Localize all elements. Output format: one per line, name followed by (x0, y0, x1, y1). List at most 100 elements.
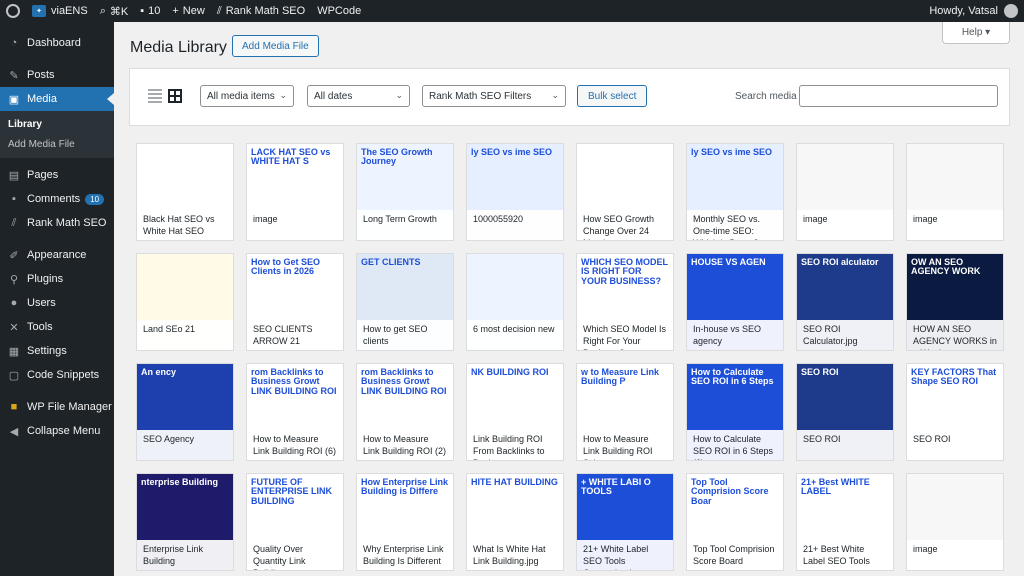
collapse-icon: ◀ (9, 425, 19, 438)
sidebar-item-label: Media (27, 93, 57, 105)
media-caption: How to Measure Link Building ROI Science (577, 430, 673, 460)
media-attachment[interactable]: LACK HAT SEO vs WHITE HAT S image (246, 143, 344, 241)
media-caption: What Is White Hat Link Building.jpg (467, 540, 563, 570)
media-attachment[interactable]: ly SEO vs ime SEO Monthly SEO vs. One-tim… (686, 143, 784, 241)
admin-sidebar: ◔ Dashboard ✎ Posts ▣ Media Library Add Med… (0, 22, 114, 576)
media-icon: ▣ (8, 93, 20, 106)
account-menu[interactable]: Howdy, Vatsal (923, 0, 1024, 22)
media-attachment[interactable]: 21+ Best WHITE LABEL 21+ Best White Label… (796, 473, 894, 571)
media-attachment[interactable]: The SEO Growth Journey Long Term Growth (356, 143, 454, 241)
sidebar-item-users[interactable]: ● Users (0, 291, 114, 315)
media-caption: Top Tool Comprision Score Board (687, 540, 783, 570)
sidebar-item-plugins[interactable]: ⚲ Plugins (0, 267, 114, 291)
date-filter[interactable]: All dates ⌄ (307, 85, 410, 107)
media-attachment[interactable]: How Enterprise Link Building is Differe W… (356, 473, 454, 571)
media-attachment[interactable]: nterprise Building Enterprise Link Buildi… (136, 473, 234, 571)
sidebar-item-media[interactable]: ▣ Media (0, 87, 114, 111)
submenu-library[interactable]: Library (0, 114, 114, 134)
thumbnail-text: rom Backlinks to Business Growt LINK BUI… (361, 367, 447, 396)
media-caption: In-house vs SEO agency (687, 320, 783, 350)
plus-icon: + (172, 5, 179, 17)
sidebar-item-dashboard[interactable]: ◔ Dashboard (0, 31, 114, 55)
media-attachment[interactable]: SEO ROI SEO ROI (796, 363, 894, 461)
sidebar-item-tools[interactable]: ✕ Tools (0, 315, 114, 339)
media-attachment[interactable]: rom Backlinks to Business Growt LINK BUI… (246, 363, 344, 461)
wordpress-logo-menu[interactable] (0, 0, 26, 22)
media-attachment[interactable]: w to Measure Link Building P How to Measu… (576, 363, 674, 461)
media-attachment[interactable]: image (906, 143, 1004, 241)
rank-math-menu[interactable]: ⫽ Rank Math SEO (211, 0, 311, 22)
media-caption: Long Term Growth (357, 210, 453, 240)
media-attachment[interactable]: An ency SEO Agency (136, 363, 234, 461)
wpcode-menu[interactable]: WPCode (311, 0, 367, 22)
bulk-select-button[interactable]: Bulk select (577, 85, 648, 107)
code-icon: ▢ (8, 369, 20, 382)
sidebar-item-code-snippets[interactable]: ▢ Code Snippets (0, 363, 114, 387)
media-caption: 1000055920 (467, 210, 563, 240)
media-attachment[interactable]: 6 most decision new (466, 253, 564, 351)
media-attachment[interactable]: KEY FACTORS That Shape SEO ROI SEO ROI (906, 363, 1004, 461)
new-content-menu[interactable]: + New (166, 0, 210, 22)
media-attachment[interactable]: image (906, 473, 1004, 571)
sidebar-item-label: Appearance (27, 249, 87, 261)
grid-view-icon[interactable] (168, 89, 182, 103)
media-attachment[interactable]: WHICH SEO MODEL IS RIGHT FOR YOUR BUSINE… (576, 253, 674, 351)
media-attachment[interactable]: SEO ROI alculator SEO ROI Calculator.jpg (796, 253, 894, 351)
media-attachment[interactable]: GET CLIENTS How to get SEO clients (356, 253, 454, 351)
comment-icon: ▪ (140, 5, 145, 17)
media-type-filter[interactable]: All media items ⌄ (200, 85, 294, 107)
submenu-add-media-file[interactable]: Add Media File (0, 134, 114, 154)
media-attachment[interactable]: HOUSE VS AGEN In-house vs SEO agency (686, 253, 784, 351)
wrench-icon: ✕ (9, 321, 19, 334)
media-attachment[interactable]: How to Get SEO Clients in 2026 SEO CLIENT… (246, 253, 344, 351)
media-attachment[interactable]: Top Tool Comprision Score Boar Top Tool C… (686, 473, 784, 571)
sidebar-item-posts[interactable]: ✎ Posts (0, 63, 114, 87)
list-view-icon[interactable] (148, 89, 162, 103)
media-attachment[interactable]: rom Backlinks to Business Growt LINK BUI… (356, 363, 454, 461)
media-attachment[interactable]: HITE HAT BUILDING What Is White Hat Link … (466, 473, 564, 571)
sidebar-item-label: Settings (27, 345, 67, 357)
sidebar-item-pages[interactable]: ▤ Pages (0, 163, 114, 187)
site-name: viaENS (51, 5, 88, 17)
help-button[interactable]: Help ▾ (942, 22, 1010, 44)
media-attachment[interactable]: Land SEo 21 (136, 253, 234, 351)
thumbnail-text: The SEO Growth Journey (361, 147, 433, 167)
media-caption: Which SEO Model Is Right For Your Busine… (577, 320, 673, 350)
sidebar-item-wp-file-manager[interactable]: ■ WP File Manager (0, 395, 114, 419)
media-caption: SEO ROI Calculator.jpg (797, 320, 893, 350)
media-caption: image (907, 540, 1003, 570)
media-attachment[interactable]: + WHITE LABI O TOOLS 21+ White Label SEO … (576, 473, 674, 571)
search-input[interactable] (799, 85, 998, 107)
seo-filter[interactable]: Rank Math SEO Filters ⌄ (422, 85, 566, 107)
media-type-filter-value: All media items (207, 90, 275, 102)
media-attachment[interactable]: FUTURE OF ENTERPRISE LINK BUILDING Qualit… (246, 473, 344, 571)
site-name-menu[interactable]: ✦ viaENS (26, 0, 94, 22)
media-attachment[interactable]: image (796, 143, 894, 241)
thumbnail-text: KEY FACTORS That Shape SEO ROI (911, 367, 997, 387)
thumbnail-text: ly SEO vs ime SEO (691, 147, 773, 157)
comments-menu[interactable]: ▪ 10 (134, 0, 166, 22)
media-attachment[interactable]: OW AN SEO AGENCY WORK HOW AN SEO AGENCY W… (906, 253, 1004, 351)
thumbnail-text: How to Get SEO Clients in 2026 (251, 257, 321, 277)
sidebar-item-settings[interactable]: ▦ Settings (0, 339, 114, 363)
sidebar-item-rank-math[interactable]: ⫽ Rank Math SEO (0, 211, 114, 235)
media-attachment[interactable]: Black Hat SEO vs White Hat SEO (136, 143, 234, 241)
media-attachment[interactable]: How SEO Growth Change Over 24 Months (576, 143, 674, 241)
sidebar-item-comments[interactable]: ▪ Comments 10 (0, 187, 114, 211)
sidebar-item-label: Plugins (27, 273, 64, 285)
media-caption: SEO CLIENTS ARROW 21 (247, 320, 343, 350)
thumbnail-text: Top Tool Comprision Score Boar (691, 477, 769, 506)
search-icon: ⌕ (99, 4, 106, 17)
main-content: Media Library Add Media File Help ▾ All … (114, 22, 1024, 576)
media-caption: Land SEo 21 (137, 320, 233, 350)
media-attachment[interactable]: NK BUILDING ROI Link Building ROI From Ba… (466, 363, 564, 461)
media-caption: 21+ Best White Label SEO Tools (797, 540, 893, 570)
media-attachment[interactable]: How to Calculate SEO ROI in 6 Steps How t… (686, 363, 784, 461)
sidebar-item-label: Users (27, 297, 56, 309)
sidebar-item-appearance[interactable]: ✐ Appearance (0, 243, 114, 267)
media-attachment[interactable]: ly SEO vs ime SEO 1000055920 (466, 143, 564, 241)
wordpress-icon (6, 4, 20, 18)
collapse-menu-button[interactable]: ◀ Collapse Menu (0, 419, 114, 443)
add-media-file-button[interactable]: Add Media File (232, 35, 319, 57)
command-palette-button[interactable]: ⌕ ⌘K (94, 0, 135, 22)
